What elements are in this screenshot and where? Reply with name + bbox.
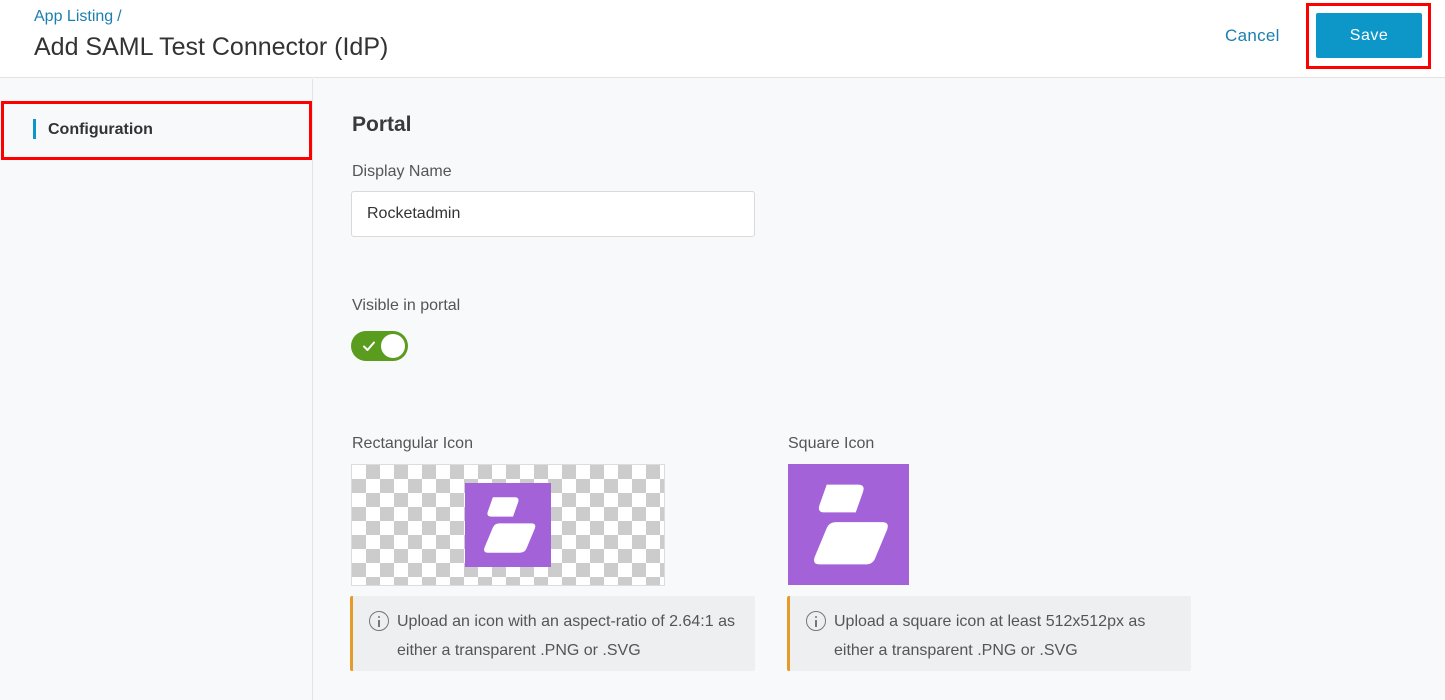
breadcrumb-app-listing-link[interactable]: App Listing [34,8,113,25]
display-name-input[interactable] [351,191,755,237]
breadcrumb-separator: / [117,8,122,25]
sidebar-item-highlight [1,101,312,160]
sidebar [0,79,313,700]
section-title-portal: Portal [352,113,412,136]
info-line: Upload an icon with an aspect-ratio of 2… [397,613,735,630]
square-icon-info-text: Upload a square icon at least 512x512px … [834,607,1145,665]
rocketadmin-logo [814,484,888,565]
breadcrumb: App Listing / [34,8,122,26]
cancel-button[interactable]: Cancel [1215,22,1290,50]
check-icon [363,341,375,351]
rectangular-icon-label: Rectangular Icon [352,435,473,452]
rocketadmin-logo [465,483,551,567]
rectangular-icon-info: Upload an icon with an aspect-ratio of 2… [350,596,755,671]
display-name-label: Display Name [352,163,452,180]
visible-in-portal-label: Visible in portal [352,297,461,314]
toggle-knob [381,334,405,358]
info-line: Upload a square icon at least 512x512px … [834,613,1146,630]
info-icon [806,611,826,631]
visible-in-portal-toggle[interactable] [351,331,408,361]
info-line: either a transparent .PNG or .SVG [834,642,1078,659]
info-line: either a transparent .PNG or .SVG [397,642,641,659]
square-icon-info: Upload a square icon at least 512x512px … [787,596,1191,671]
square-icon-upload[interactable] [788,464,909,585]
page-header: App Listing / Add SAML Test Connector (Id… [0,0,1445,78]
info-icon [369,611,389,631]
square-icon-label: Square Icon [788,435,875,452]
page-title: Add SAML Test Connector (IdP) [34,33,389,61]
save-button[interactable]: Save [1316,13,1422,58]
rectangular-icon-info-text: Upload an icon with an aspect-ratio of 2… [397,607,735,665]
rectangular-icon-upload[interactable] [351,464,665,586]
